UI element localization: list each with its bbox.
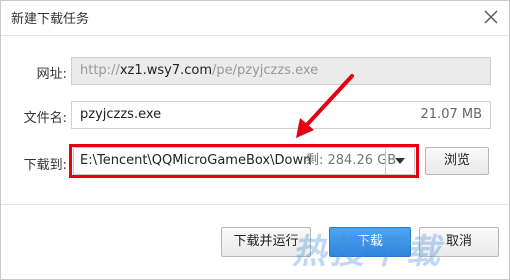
close-icon[interactable]	[481, 7, 501, 27]
save-dir-label: 下载到:	[23, 158, 67, 173]
filename-label: 文件名:	[23, 111, 67, 126]
url-field: http://xz1.wsy7.com/pe/pzyjczzs.exe	[71, 57, 491, 85]
download-and-run-button[interactable]: 下载并运行	[221, 227, 311, 257]
dialog-title: 新建下载任务	[11, 12, 90, 27]
filename-input[interactable]: pzyjczzs.exe 21.07 MB	[71, 101, 491, 129]
url-prefix: http://	[80, 63, 120, 78]
highlight-box	[69, 144, 419, 178]
title-bar: 新建下载任务	[1, 1, 509, 33]
filename-value: pzyjczzs.exe	[80, 107, 162, 122]
cancel-button[interactable]: 取消	[419, 227, 499, 257]
browse-button[interactable]: 浏览	[425, 147, 489, 175]
url-path: /pe/pzyjczzs.exe	[212, 63, 319, 78]
bottom-divider	[1, 204, 509, 205]
filesize-text: 21.07 MB	[420, 107, 482, 122]
url-domain: xz1.wsy7.com	[119, 63, 213, 78]
url-label: 网址:	[36, 67, 67, 82]
title-divider	[1, 35, 509, 36]
new-download-dialog: 新建下载任务 网址: http://xz1.wsy7.com/pe/pzyjcz…	[0, 0, 510, 280]
download-button[interactable]: 下载	[329, 227, 411, 257]
